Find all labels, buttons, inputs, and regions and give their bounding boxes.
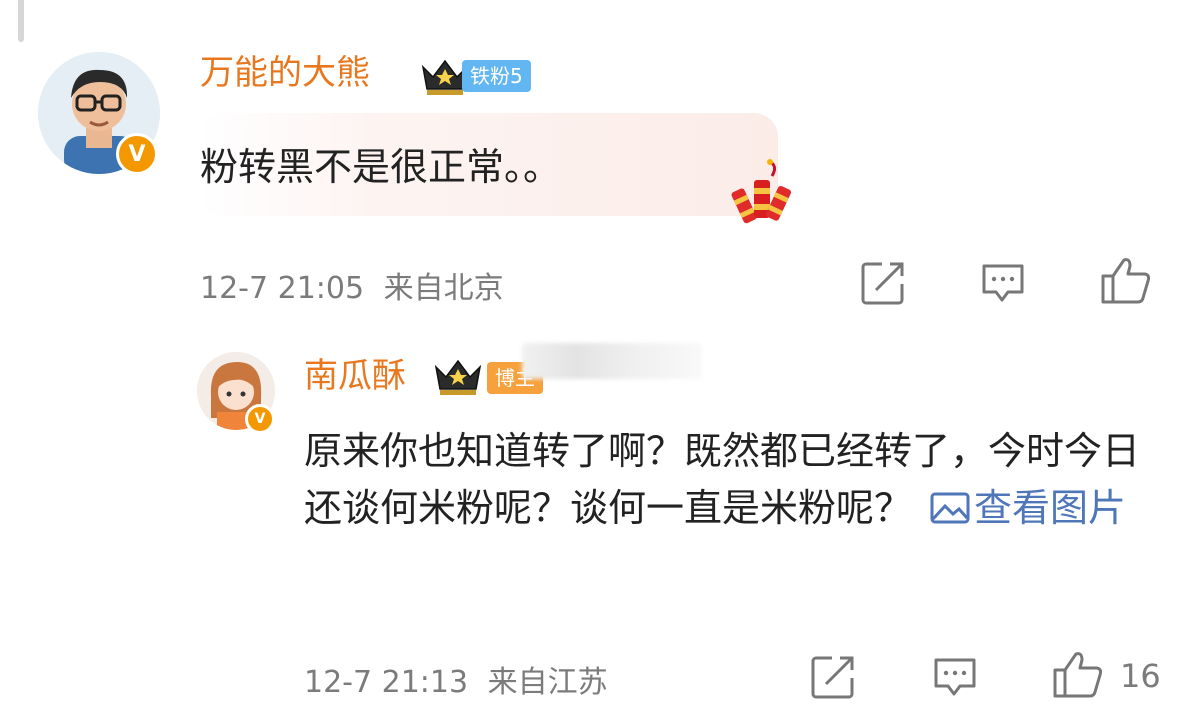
timestamp: 12-7 21:13 [304, 665, 469, 700]
fan-level-badge: 铁粉5 [462, 60, 531, 92]
image-icon[interactable] [930, 492, 970, 524]
repost-icon[interactable] [810, 654, 856, 700]
username[interactable]: 南瓜酥 [304, 359, 406, 393]
reply-meta: 12-7 21:13 来自江苏 [304, 657, 608, 701]
comment-icon[interactable] [932, 654, 978, 700]
location: 来自江苏 [487, 665, 608, 700]
timestamp: 12-7 21:05 [200, 271, 365, 306]
scrollbar[interactable] [18, 0, 24, 42]
crown-icon [434, 359, 482, 395]
like-count: 16 [1120, 657, 1161, 695]
repost-icon[interactable] [860, 260, 906, 306]
location: 来自北京 [383, 271, 504, 306]
comment-text: 粉转黑不是很正常。。 [200, 145, 562, 189]
like-icon[interactable] [1100, 256, 1152, 306]
comment-icon[interactable] [980, 260, 1026, 306]
comment-meta: 12-7 21:05 来自北京 [200, 263, 504, 307]
firecracker-icon [731, 159, 792, 224]
verified-badge-icon: V [116, 133, 158, 175]
reply-text: 原来你也知道转了啊？既然都已经转了，今时今日还谈何米粉呢？谈何一直是米粉呢？ 查… [304, 423, 1174, 537]
verified-badge-icon: V [245, 404, 275, 434]
view-image-link[interactable]: 查看图片 [974, 486, 1126, 530]
redacted-area [522, 343, 702, 379]
like-icon[interactable] [1052, 650, 1104, 700]
username[interactable]: 万能的大熊 [200, 56, 370, 90]
